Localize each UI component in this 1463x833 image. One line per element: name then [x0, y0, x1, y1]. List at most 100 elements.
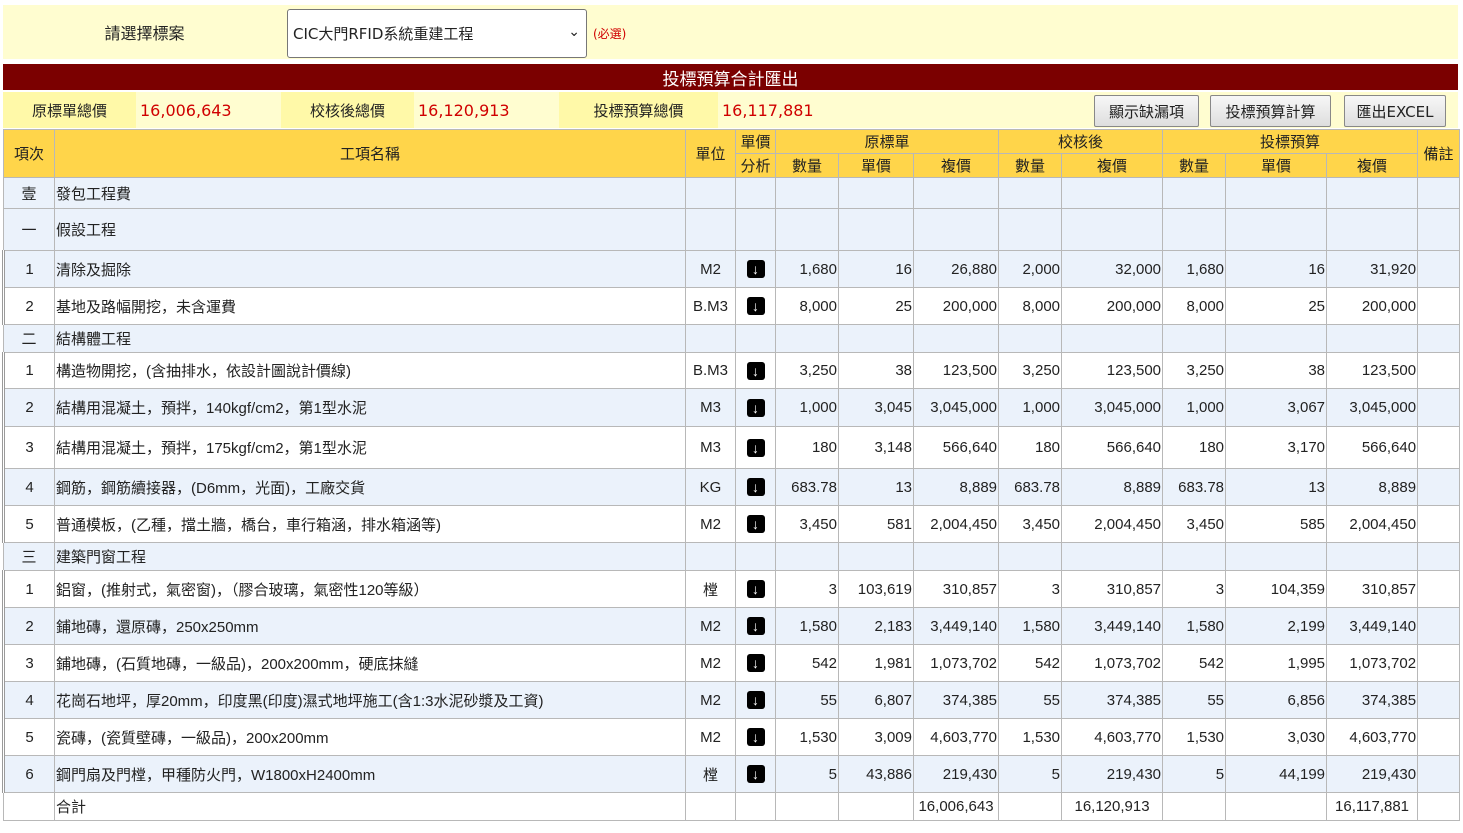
remark-cell — [1417, 718, 1461, 756]
group-row: 三建築門窗工程 — [3, 542, 1461, 571]
analysis-cell[interactable]: ↓ — [735, 570, 776, 608]
analysis-cell — [735, 792, 776, 821]
project-select[interactable]: CIC大門RFID系統重建工程 ⌄ — [287, 9, 587, 58]
bp-cell: 104,359 — [1225, 570, 1328, 608]
header-orig-amount: 複價 — [912, 153, 1000, 178]
oq-cell — [775, 208, 839, 251]
cq-cell — [998, 792, 1063, 821]
download-arrow-icon[interactable]: ↓ — [746, 654, 765, 672]
unit-cell: B.M3 — [685, 352, 736, 389]
ba-cell: 123,500 — [1326, 352, 1419, 389]
ca-cell: 310,857 — [1061, 570, 1164, 608]
table-row: 3 結構用混凝土，預拌，175kgf/cm2，第1型水泥 M3 ↓ 180 3,148 56… — [2, 426, 1461, 469]
analysis-cell[interactable]: ↓ — [735, 388, 776, 427]
unit-cell — [685, 177, 736, 209]
table-row: 1 構造物開挖，(含抽排水，依設計圖說計價線) B.M3 ↓ 3,250 38 123,50… — [2, 352, 1461, 389]
remark-cell — [1417, 352, 1461, 389]
header-analysis-1: 單價 — [735, 129, 776, 154]
analysis-cell[interactable]: ↓ — [735, 505, 776, 543]
analysis-cell[interactable]: ↓ — [735, 287, 776, 325]
ba-cell — [1326, 208, 1419, 251]
oq-cell: 1,000 — [775, 388, 839, 427]
unit-cell: M2 — [685, 718, 736, 756]
item-cell: 1 — [2, 250, 55, 288]
analysis-cell — [735, 542, 776, 571]
analysis-cell[interactable]: ↓ — [735, 681, 776, 719]
analysis-cell[interactable]: ↓ — [735, 426, 776, 469]
ba-cell — [1326, 542, 1419, 571]
ca-cell — [1061, 208, 1164, 251]
analysis-cell[interactable]: ↓ — [735, 352, 776, 389]
download-arrow-icon[interactable]: ↓ — [746, 580, 765, 598]
bp-cell — [1225, 542, 1328, 571]
cq-cell — [998, 324, 1063, 353]
ba-cell: 2,004,450 — [1326, 505, 1419, 543]
analysis-cell — [735, 324, 776, 353]
analysis-cell[interactable]: ↓ — [735, 607, 776, 645]
analysis-cell[interactable]: ↓ — [735, 644, 776, 682]
ca-cell: 200,000 — [1061, 287, 1164, 325]
group-row: 二結構體工程 — [3, 324, 1461, 353]
oa-cell: 310,857 — [912, 570, 1000, 608]
ca-cell: 2,004,450 — [1061, 505, 1164, 543]
header-bid-qty: 數量 — [1162, 153, 1227, 178]
download-arrow-icon[interactable]: ↓ — [746, 728, 765, 746]
download-arrow-icon[interactable]: ↓ — [746, 260, 765, 278]
oa-cell: 3,045,000 — [912, 388, 1000, 427]
download-arrow-icon[interactable]: ↓ — [746, 438, 765, 457]
ba-cell: 200,000 — [1326, 287, 1419, 325]
ca-cell — [1061, 324, 1164, 353]
remark-cell — [1417, 681, 1461, 719]
orig-total-label: 原標單總價 — [3, 92, 136, 128]
calc-budget-button[interactable]: 投標預算計算 — [1210, 95, 1331, 127]
table-row: 2 鋪地磚，還原磚，250x250mm M2 ↓ 1,580 2,183 3,449,140… — [2, 607, 1461, 645]
op-cell: 3,045 — [838, 388, 914, 427]
download-arrow-icon[interactable]: ↓ — [746, 398, 765, 417]
download-arrow-icon[interactable]: ↓ — [746, 765, 765, 783]
oq-cell: 3,450 — [775, 505, 839, 543]
analysis-cell[interactable]: ↓ — [735, 468, 776, 506]
oq-cell: 180 — [775, 426, 839, 469]
oa-cell — [912, 208, 1000, 251]
op-cell: 43,886 — [838, 755, 914, 793]
unit-cell — [685, 792, 736, 821]
analysis-cell[interactable]: ↓ — [735, 755, 776, 793]
group-row: 壹發包工程費 — [3, 177, 1461, 209]
op-cell: 3,148 — [838, 426, 914, 469]
bp-cell: 3,067 — [1225, 388, 1328, 427]
download-arrow-icon[interactable]: ↓ — [746, 515, 765, 533]
download-arrow-icon[interactable]: ↓ — [746, 691, 765, 709]
name-cell: 瓷磚，(瓷質壁磚，一級品)，200x200mm — [54, 718, 686, 756]
oq-cell: 55 — [775, 681, 839, 719]
item-cell: 1 — [2, 570, 55, 608]
unit-cell: M2 — [685, 681, 736, 719]
analysis-cell[interactable]: ↓ — [735, 718, 776, 756]
download-arrow-icon[interactable]: ↓ — [746, 361, 765, 380]
name-cell: 鋪地磚，(石質地磚，一級品)，200x200mm，硬底抹縫 — [54, 644, 686, 682]
download-arrow-icon[interactable]: ↓ — [746, 617, 765, 635]
oa-cell: 8,889 — [912, 468, 1000, 506]
show-missing-button[interactable]: 顯示缺漏項 — [1094, 95, 1199, 127]
op-cell: 2,183 — [838, 607, 914, 645]
download-arrow-icon[interactable]: ↓ — [746, 297, 765, 315]
download-arrow-icon[interactable]: ↓ — [746, 478, 765, 496]
export-excel-button[interactable]: 匯出EXCEL — [1344, 95, 1446, 127]
header-checked-qty: 數量 — [998, 153, 1063, 178]
item-cell — [3, 792, 55, 821]
op-cell: 38 — [838, 352, 914, 389]
name-cell: 構造物開挖，(含抽排水，依設計圖說計價線) — [54, 352, 686, 389]
ba-cell: 3,045,000 — [1326, 388, 1419, 427]
item-cell: 2 — [2, 607, 55, 645]
remark-cell — [1417, 607, 1461, 645]
oa-cell: 3,449,140 — [912, 607, 1000, 645]
analysis-cell[interactable]: ↓ — [735, 250, 776, 288]
bq-cell — [1162, 324, 1227, 353]
checked-total-value: 16,120,913 — [418, 100, 510, 120]
name-cell: 鋼門扇及門樘，甲種防火門，W1800xH2400mm — [54, 755, 686, 793]
ba-cell: 16,117,881 — [1326, 792, 1419, 821]
bp-cell: 3,170 — [1225, 426, 1328, 469]
name-cell: 普通模板，(乙種，擋土牆，橋台，車行箱涵，排水箱涵等) — [54, 505, 686, 543]
ba-cell: 4,603,770 — [1326, 718, 1419, 756]
ba-cell: 374,385 — [1326, 681, 1419, 719]
oa-cell — [912, 177, 1000, 209]
